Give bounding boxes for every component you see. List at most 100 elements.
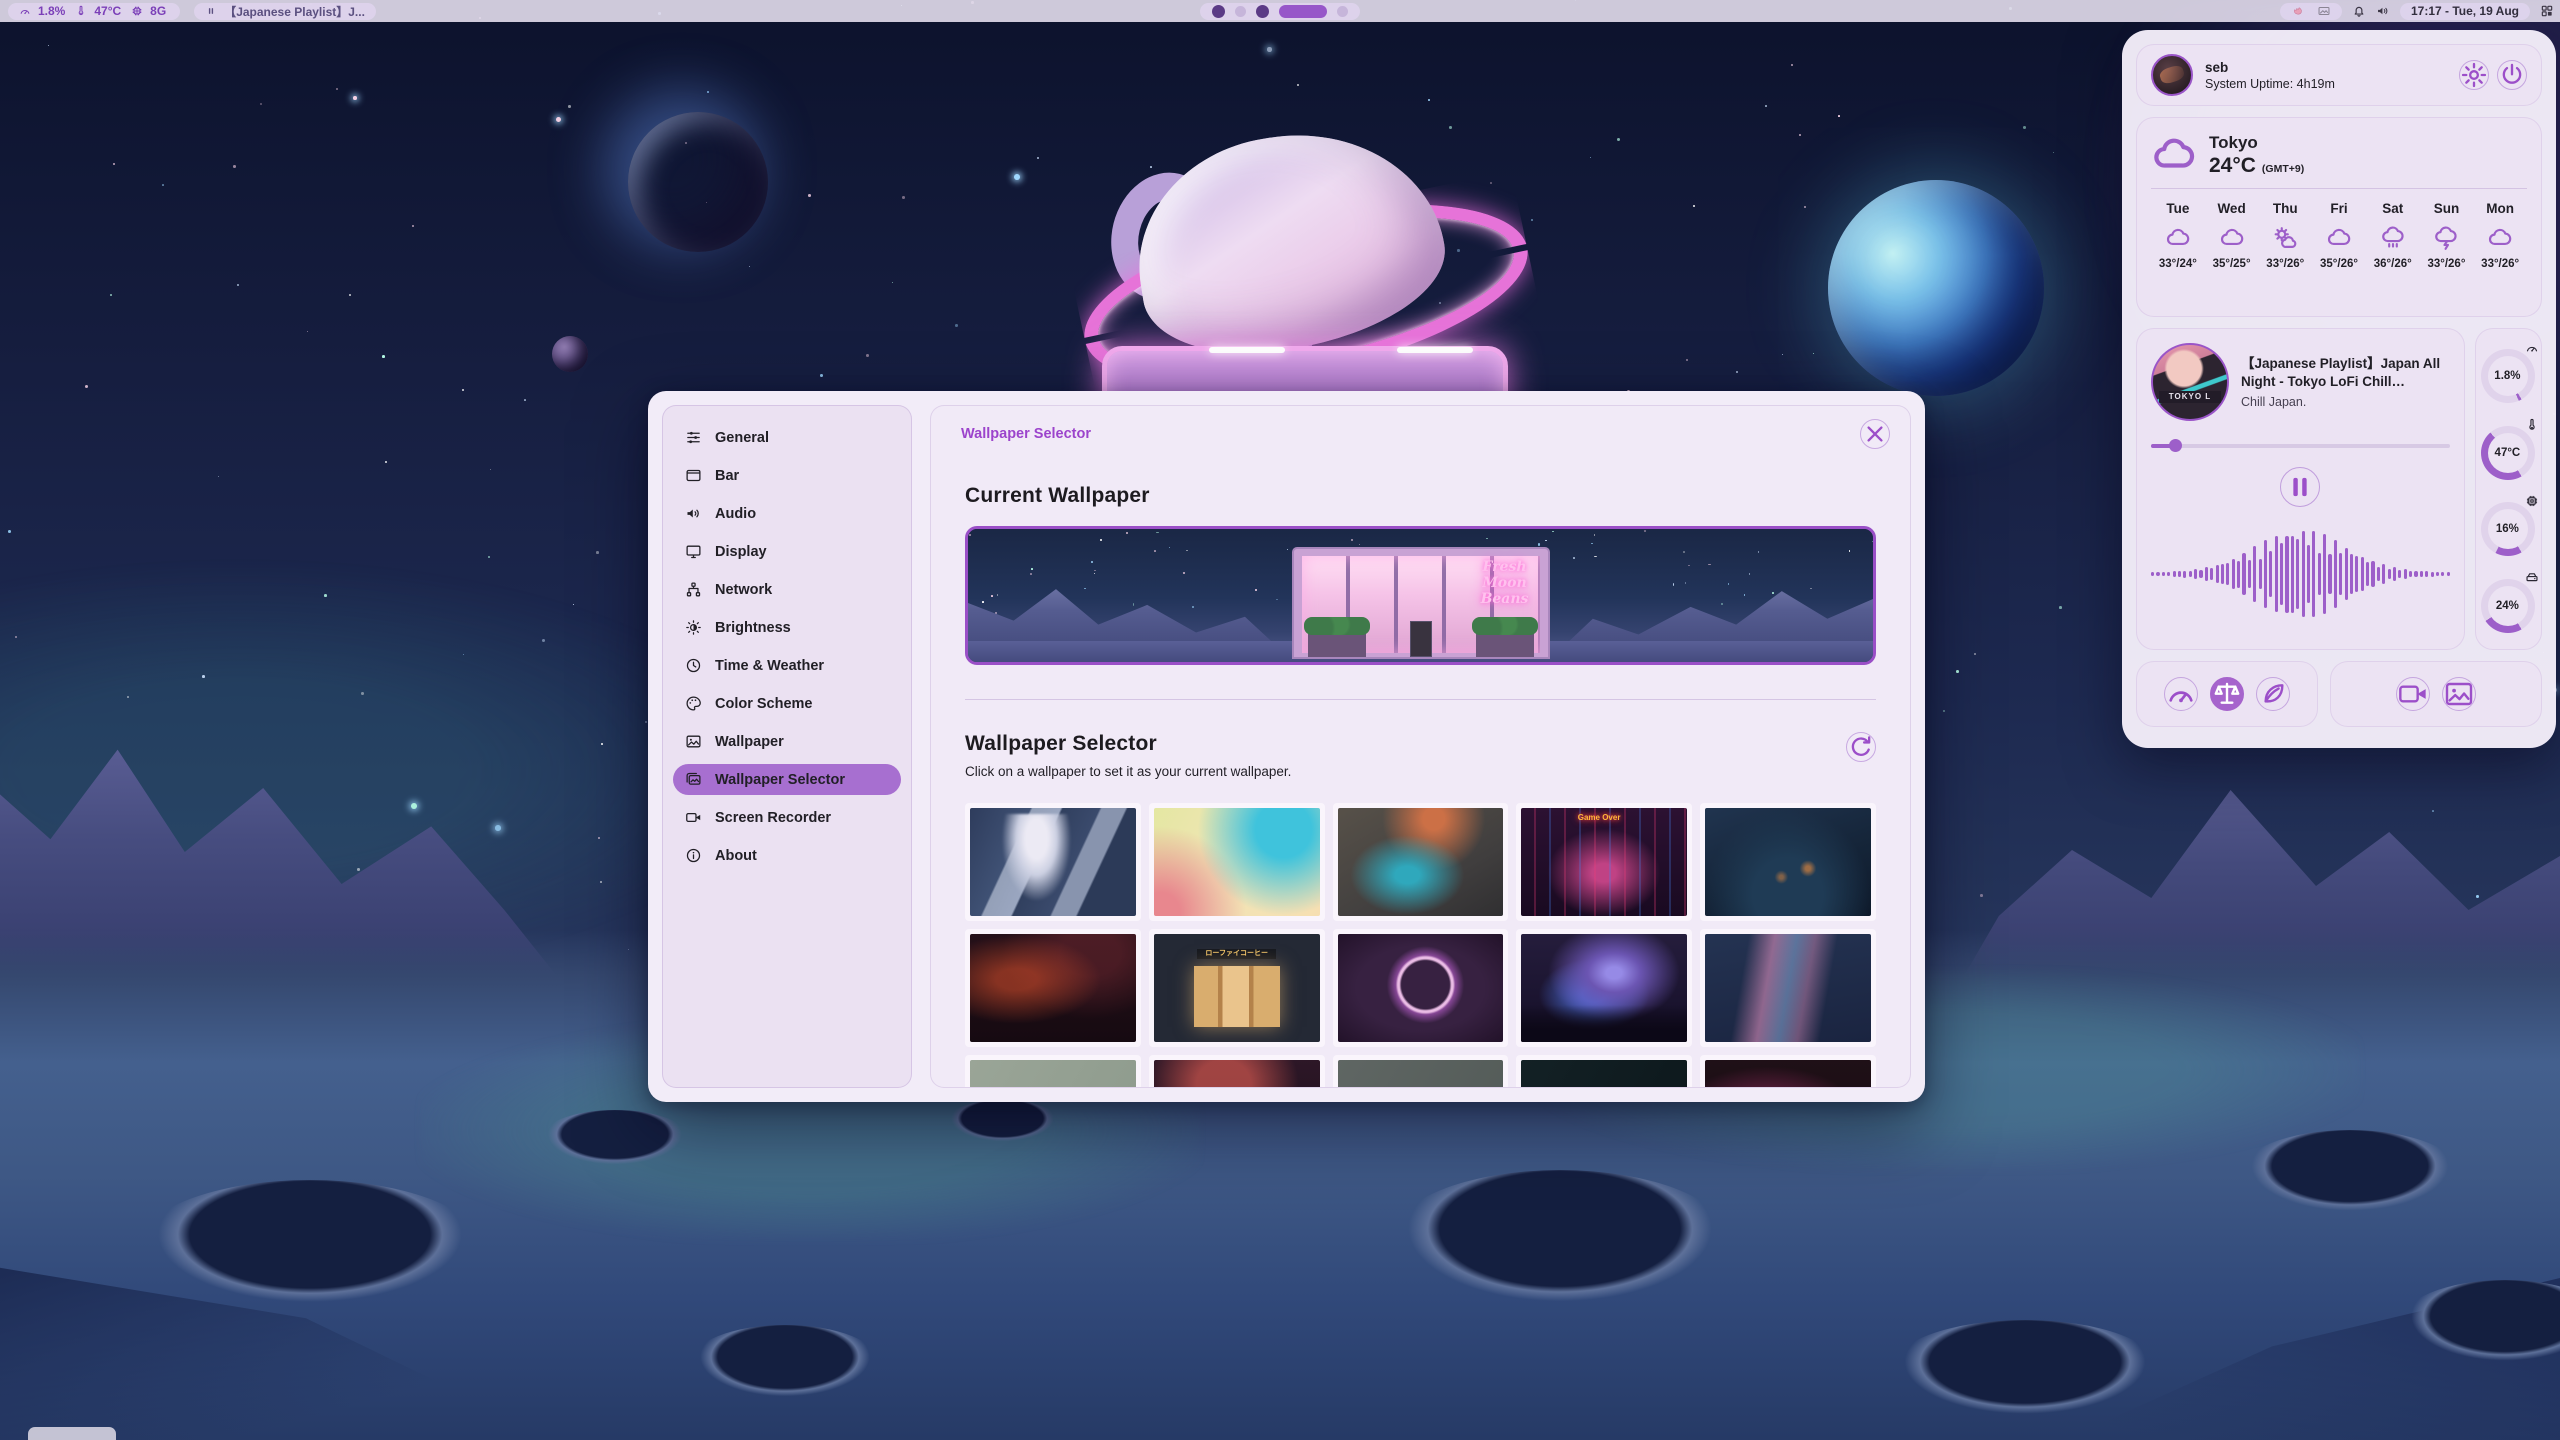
wallpaper-tile-wp-magenta-dark[interactable] [1700, 1055, 1876, 1088]
settings-sidebar: General Bar Audio Display Network Brightness T… [662, 405, 912, 1088]
wallpaper-thumbnail [1154, 1060, 1320, 1088]
sidebar-item-general[interactable]: General [673, 422, 901, 453]
app-launcher-icon[interactable] [2540, 4, 2554, 18]
media-title: 【Japanese Playlist】J... [224, 3, 365, 20]
sidebar-item-about[interactable]: About [673, 840, 901, 871]
dock-hint[interactable] [28, 1427, 116, 1440]
user-card: seb System Uptime: 4h19m [2136, 44, 2542, 106]
crater [1890, 1320, 2160, 1420]
wallpaper-tile-wp-grey-morning[interactable] [1333, 1055, 1509, 1088]
sidebar-item-brightness[interactable]: Brightness [673, 612, 901, 643]
sidebar-item-color-scheme[interactable]: Color Scheme [673, 688, 901, 719]
selector-subtitle: Click on a wallpaper to set it as your c… [965, 764, 1291, 779]
pause-icon [205, 5, 217, 17]
settings-button[interactable] [2459, 60, 2489, 90]
wallpaper-tile-wp-sage-field[interactable] [965, 1055, 1141, 1088]
sidebar-item-screen-recorder[interactable]: Screen Recorder [673, 802, 901, 833]
clock-icon [685, 657, 702, 674]
forecast-day-label: Sat [2366, 201, 2420, 216]
wallpaper-tile-wp-autumn-dark[interactable] [1149, 1055, 1325, 1088]
screenshot-icon [2443, 678, 2475, 710]
forecast-temps: 33°/24° [2151, 258, 2205, 270]
weather-cloud-icon [2487, 225, 2513, 251]
tray-app-icon-1[interactable] [2291, 4, 2305, 18]
seek-thumb[interactable] [2169, 439, 2182, 452]
scales-icon [2211, 678, 2243, 710]
forecast-temps: 36°/26° [2366, 258, 2420, 270]
sidebar-item-display[interactable]: Display [673, 536, 901, 567]
monitor-icon [685, 543, 702, 560]
power-button[interactable] [2497, 60, 2527, 90]
wallpaper-tile-wp-pastel-gradient[interactable] [1149, 803, 1325, 921]
forecast-temps: 33°/26° [2420, 258, 2474, 270]
balanced-profile-button[interactable] [2210, 677, 2244, 711]
workspace-dot-2[interactable] [1235, 6, 1246, 17]
notifications-bell-icon[interactable] [2352, 4, 2366, 18]
sidebar-item-bar[interactable]: Bar [673, 460, 901, 491]
forecast-day-sun: Sun33°/26° [2420, 201, 2474, 270]
refresh-button[interactable] [1846, 732, 1876, 762]
forecast-day-label: Thu [2258, 201, 2312, 216]
wallpaper-tile-wp-blur-abstract[interactable] [1333, 803, 1509, 921]
clock-pill[interactable]: 17:17 - Tue, 19 Aug [2400, 3, 2530, 20]
preview-coffee-shop: Fresh Moon Beans [1292, 547, 1550, 659]
wallpaper-tile-wp-violet-nebula[interactable] [1516, 929, 1692, 1047]
system-stats-pill: 1.8% 47°C 8G [8, 3, 180, 20]
sidebar-item-label: General [715, 430, 769, 446]
refresh-icon [1847, 733, 1875, 761]
wallpaper-tile-wp-wireframe-wave[interactable] [1700, 929, 1876, 1047]
thumbnail-sign-text: ローファイコーヒー [1197, 949, 1277, 959]
wallpaper-thumbnail [1521, 1060, 1687, 1088]
gaugeSpeed-icon [2525, 341, 2539, 355]
music-player-card: 【Japanese Playlist】Japan All Night - Tok… [2136, 328, 2465, 650]
weather-city: Tokyo [2209, 133, 2304, 153]
video-camera-icon [2397, 678, 2429, 710]
track-artist: Chill Japan. [2241, 395, 2450, 409]
gallery-icon [685, 771, 702, 788]
workspace-dot-1[interactable] [1212, 5, 1225, 18]
sidebar-item-time-weather[interactable]: Time & Weather [673, 650, 901, 681]
wallpaper-thumbnail [1338, 934, 1504, 1042]
weather-storm-icon [2433, 225, 2459, 251]
wallpaper-tile-wp-anime-girl[interactable] [965, 803, 1141, 921]
sidebar-item-network[interactable]: Network [673, 574, 901, 605]
wallpaper-thumbnail: ローファイコーヒー [1154, 934, 1320, 1042]
performance-profile-button[interactable] [2164, 677, 2198, 711]
close-button[interactable] [1860, 419, 1890, 449]
wallpaper-tile-wp-night-forest-village[interactable] [1700, 803, 1876, 921]
wallpaper-tile-wp-lofi-coffee-shop[interactable]: ローファイコーヒー [1149, 929, 1325, 1047]
sidebar-item-wallpaper-selector[interactable]: Wallpaper Selector [673, 764, 901, 795]
workspace-dot-5[interactable] [1337, 6, 1348, 17]
chip-icon [2525, 494, 2539, 508]
workspace-dot-3[interactable] [1256, 5, 1269, 18]
wallpaper-tile-wp-dark-teal[interactable] [1516, 1055, 1692, 1088]
screenshot-button[interactable] [2442, 677, 2476, 711]
sidebar-item-audio[interactable]: Audio [673, 498, 901, 529]
wallpaper-tile-wp-crimson-forest[interactable] [965, 929, 1141, 1047]
selector-heading: Wallpaper Selector [965, 732, 1291, 756]
sidebar-item-label: Audio [715, 506, 756, 522]
screen-record-button[interactable] [2396, 677, 2430, 711]
tray-app-icon-2[interactable] [2317, 4, 2331, 18]
media-player-pill[interactable]: 【Japanese Playlist】J... [194, 3, 376, 20]
forecast-day-fri: Fri35°/26° [2312, 201, 2366, 270]
sidebar-item-wallpaper[interactable]: Wallpaper [673, 726, 901, 757]
system-gauges-card: 1.8%47°C16%24% [2475, 328, 2542, 650]
seek-slider[interactable] [2151, 439, 2450, 451]
image-icon [685, 733, 702, 750]
pause-button[interactable] [2280, 467, 2320, 507]
volume-icon [685, 505, 702, 522]
network-icon [685, 581, 702, 598]
weather-suncloud-icon [2272, 225, 2298, 251]
volume-icon[interactable] [2376, 4, 2390, 18]
forecast-day-label: Tue [2151, 201, 2205, 216]
powersaver-profile-button[interactable] [2256, 677, 2290, 711]
wallpaper-tile-wp-purple-eclipse[interactable] [1333, 929, 1509, 1047]
workspace-dot-4[interactable] [1279, 5, 1327, 18]
settings-window: General Bar Audio Display Network Brightness T… [648, 391, 1925, 1102]
wallpaper-thumbnail [1705, 1060, 1871, 1088]
memory-usage: 8G [150, 4, 166, 18]
crater [140, 1180, 480, 1310]
forecast-day-mon: Mon33°/26° [2473, 201, 2527, 270]
wallpaper-tile-wp-neon-arcade[interactable]: Game Over [1516, 803, 1692, 921]
